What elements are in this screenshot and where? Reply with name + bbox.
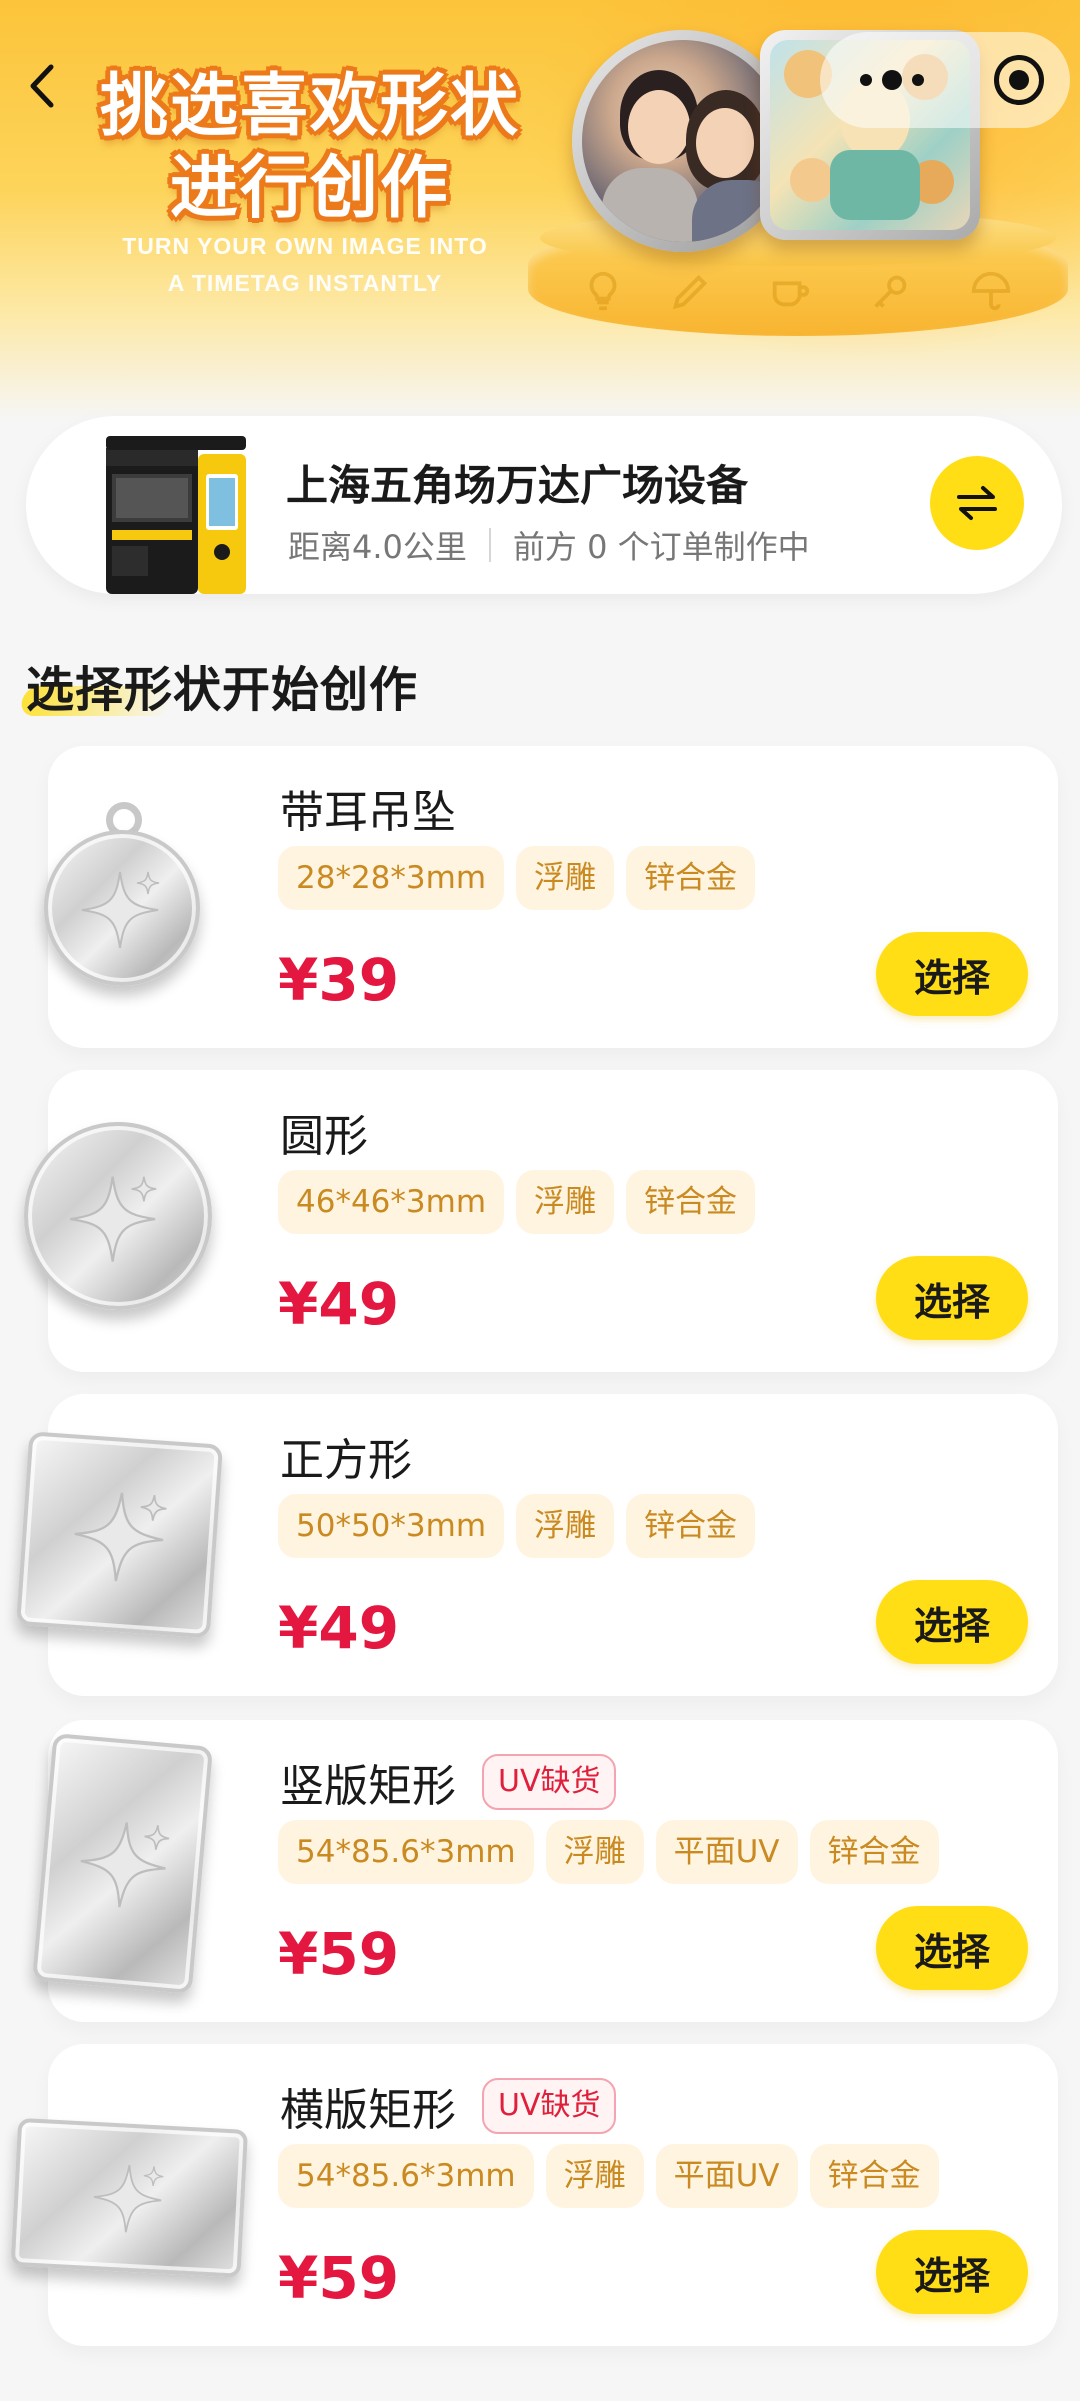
header-banner: 挑选喜欢形状 进行创作 TURN YOUR OWN IMAGE INTO A T… (0, 0, 1080, 420)
spec-tag: 锌合金 (626, 1494, 756, 1558)
lightbulb-icon (589, 271, 617, 311)
product-name-row: 竖版矩形 UV缺货 (280, 1750, 617, 1814)
product-image-holder (0, 1720, 280, 2022)
product-image-holder (0, 746, 280, 1048)
spec-tag: 锌合金 (626, 1170, 756, 1234)
spec-tag: 54*85.6*3mm (278, 1820, 534, 1884)
device-card[interactable]: 上海五角场万达广场设备 距离4.0公里 前方 0 个订单制作中 (26, 416, 1062, 594)
horizontal-rectangle-shape-image (10, 2117, 254, 2290)
spec-tag: 46*46*3mm (278, 1170, 505, 1234)
spec-tag: 50*50*3mm (278, 1494, 505, 1558)
select-button[interactable]: 选择 (876, 932, 1028, 1016)
product-name-row: 正方形 (280, 1424, 412, 1488)
product-price: ¥49 (278, 1270, 400, 1338)
swap-arrows-icon (957, 486, 997, 520)
section-title: 选择形状开始创作 (26, 662, 419, 718)
product-name-row: 横版矩形 UV缺货 (280, 2074, 617, 2138)
spec-tag: 浮雕 (516, 1494, 615, 1558)
product-image-holder (0, 1394, 280, 1696)
device-distance: 距离4.0公里 (288, 528, 467, 566)
chevron-left-icon (30, 64, 54, 108)
product-name: 正方形 (280, 1435, 412, 1486)
device-queue: 前方 0 个订单制作中 (512, 528, 810, 566)
spec-tag: 浮雕 (516, 1170, 615, 1234)
spec-tags: 28*28*3mm 浮雕 锌合金 (278, 846, 756, 910)
cup-icon (772, 281, 810, 307)
product-price: ¥39 (278, 946, 400, 1014)
pencil-icon (673, 274, 708, 309)
product-name: 圆形 (280, 1111, 368, 1162)
more-dots-icon[interactable] (860, 70, 924, 90)
pendant-shape-image (44, 802, 204, 1002)
vending-machine-image (106, 436, 246, 594)
device-meta: 距离4.0公里 前方 0 个订单制作中 (288, 522, 810, 568)
spec-tag: 54*85.6*3mm (278, 2144, 534, 2208)
spec-tag: 锌合金 (809, 2144, 939, 2208)
key-icon (874, 275, 907, 308)
product-image-holder (0, 2044, 280, 2346)
spec-tags: 54*85.6*3mm 浮雕 平面UV 锌合金 (278, 1820, 939, 1884)
product-name: 带耳吊坠 (280, 787, 456, 838)
spec-tag: 浮雕 (516, 846, 615, 910)
product-image-holder (0, 1070, 280, 1372)
product-name: 竖版矩形 (280, 1761, 456, 1812)
meta-divider (488, 528, 491, 562)
circle-shape-image (24, 1122, 220, 1318)
select-button[interactable]: 选择 (876, 1580, 1028, 1664)
product-price: ¥49 (278, 1594, 400, 1662)
spec-tag: 平面UV (655, 1820, 798, 1884)
product-price: ¥59 (278, 2244, 400, 2312)
switch-device-button[interactable] (930, 456, 1024, 550)
spec-tag: 锌合金 (626, 846, 756, 910)
spec-tags: 50*50*3mm 浮雕 锌合金 (278, 1494, 756, 1558)
spec-tag: 28*28*3mm (278, 846, 505, 910)
spec-tag: 平面UV (655, 2144, 798, 2208)
select-button[interactable]: 选择 (876, 1906, 1028, 1990)
spec-tags: 46*46*3mm 浮雕 锌合金 (278, 1170, 756, 1234)
spec-tag: 锌合金 (809, 1820, 939, 1884)
mini-program-capsule (820, 32, 1070, 128)
product-name-row: 圆形 (280, 1100, 368, 1164)
device-name: 上海五角场万达广场设备 (286, 461, 749, 510)
spec-tags: 54*85.6*3mm 浮雕 平面UV 锌合金 (278, 2144, 939, 2208)
spec-tag: 浮雕 (545, 1820, 644, 1884)
square-shape-image (15, 1431, 229, 1654)
target-icon[interactable] (994, 55, 1044, 105)
out-of-stock-badge: UV缺货 (482, 1754, 617, 1810)
product-name-row: 带耳吊坠 (280, 776, 456, 840)
back-button[interactable] (12, 56, 72, 116)
select-button[interactable]: 选择 (876, 2230, 1028, 2314)
product-name: 横版矩形 (280, 2085, 456, 2136)
out-of-stock-badge: UV缺货 (482, 2078, 617, 2134)
banner-subtitle: TURN YOUR OWN IMAGE INTO A TIMETAG INSTA… (122, 233, 488, 296)
product-price: ¥59 (278, 1920, 400, 1988)
spec-tag: 浮雕 (545, 2144, 644, 2208)
umbrella-icon (971, 271, 1011, 311)
vertical-rectangle-shape-image (31, 1733, 223, 2007)
select-button[interactable]: 选择 (876, 1256, 1028, 1340)
banner-title: 挑选喜欢形状 进行创作 (99, 67, 520, 228)
